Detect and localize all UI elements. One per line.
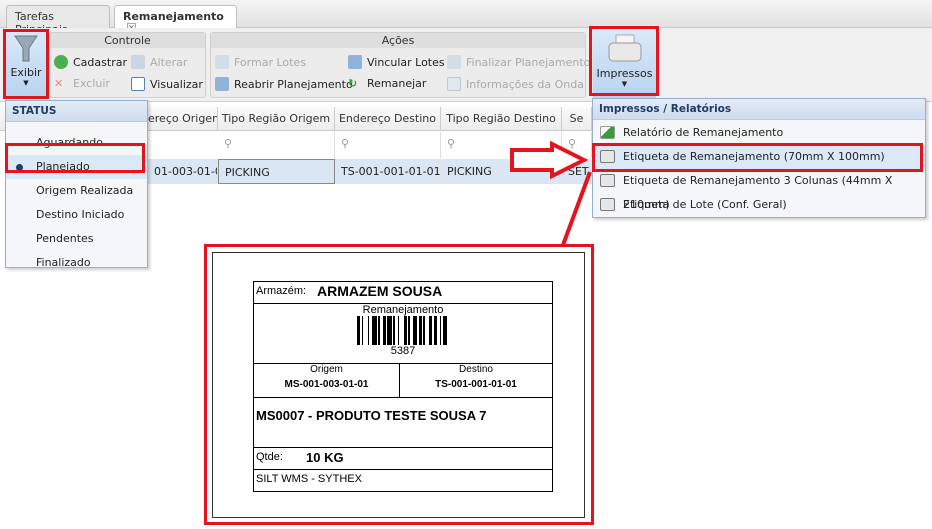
impressos-item[interactable]: Etiqueta de Remanejamento (70mm X 100mm) (593, 145, 925, 169)
column-setor[interactable]: Se (562, 107, 592, 131)
excluir-button[interactable]: ✕ Excluir (54, 77, 110, 90)
tab-bar: Tarefas Principais Remanejamento× (0, 0, 932, 36)
status-item[interactable]: Aguardando (6, 131, 147, 155)
selected-dot-icon (16, 164, 23, 171)
acoes-group: Ações Formar Lotes Vincular Lotes Finali… (210, 32, 590, 98)
callout-arrow (510, 140, 592, 246)
label-preview: Armazém: ARMAZEM SOUSA Remanejamento 5387… (212, 252, 585, 518)
search-icon: ⚲ (224, 137, 233, 150)
status-item[interactable]: Planejado (6, 155, 147, 179)
column-endereco-destino[interactable]: Endereço Destino (335, 107, 441, 131)
tab-remanejamento[interactable]: Remanejamento× (114, 5, 237, 32)
exibir-button[interactable]: Exibir ▼ (5, 30, 47, 98)
impressos-item[interactable]: Relatório de Remanejamento (593, 121, 925, 145)
delete-icon: ✕ (54, 77, 64, 90)
status-item[interactable]: Pendentes (6, 227, 147, 251)
dropdown-arrow-icon: ▼ (23, 79, 29, 87)
refresh-icon: ↻ (348, 77, 358, 90)
column-tipo-regiao-origem[interactable]: Tipo Região Origem (218, 107, 335, 131)
edit-icon (131, 55, 145, 69)
impressos-button[interactable]: Impressos ▼ (593, 30, 656, 98)
informacoes-onda-button[interactable]: Informações da Onda (447, 77, 584, 91)
printer-icon (600, 150, 615, 163)
reabrir-planejamento-button[interactable]: Reabrir Planejamento (215, 77, 353, 91)
cadastrar-button[interactable]: Cadastrar (54, 55, 127, 69)
column-endereco-origem[interactable]: ereço Origem (148, 107, 218, 131)
dropdown-arrow-icon: ▼ (621, 80, 628, 88)
formar-lotes-button[interactable]: Formar Lotes (215, 55, 306, 69)
table-icon (447, 77, 461, 91)
controle-group: Controle Cadastrar Alterar ✕ Excluir Visu… (49, 32, 206, 98)
table-cell[interactable]: PICKING (218, 159, 335, 184)
status-item[interactable]: Origem Realizada (6, 179, 147, 203)
barcode (254, 316, 552, 345)
alterar-button[interactable]: Alterar (131, 55, 187, 69)
label: Armazém: ARMAZEM SOUSA Remanejamento 5387… (253, 281, 553, 492)
search-icon: ⚲ (341, 137, 350, 150)
table-cell[interactable]: TS-001-001-01-01 (335, 159, 441, 184)
add-icon (54, 55, 68, 69)
status-item[interactable]: Finalizado (6, 251, 147, 275)
column-tipo-regiao-destino[interactable]: Tipo Região Destino (441, 107, 562, 131)
printer-icon (600, 198, 615, 211)
view-icon (131, 77, 145, 91)
status-item[interactable]: Destino Iniciado (6, 203, 147, 227)
finalizar-planejamento-button[interactable]: Finalizar Planejamento (447, 55, 590, 69)
status-menu: STATUS Aguardando Planejado Origem Realiza… (5, 100, 148, 269)
filter-input[interactable]: ⚲ (218, 132, 335, 158)
remanejar-button[interactable]: ↻ Remanejar (348, 77, 426, 90)
visualizar-button[interactable]: Visualizar (131, 77, 203, 91)
link-lotes-icon (348, 55, 362, 69)
tab-tarefas-principais[interactable]: Tarefas Principais (6, 5, 110, 36)
printer-icon (608, 34, 641, 62)
table-cell[interactable]: 01-003-01-01 (148, 159, 218, 184)
barcode-space (447, 316, 449, 345)
edit-icon (215, 77, 229, 91)
lotes-icon (215, 55, 229, 69)
edit-icon (447, 55, 461, 69)
vincular-lotes-button[interactable]: Vincular Lotes (348, 55, 445, 69)
chart-icon (600, 126, 615, 139)
search-icon: ⚲ (447, 137, 456, 150)
impressos-item[interactable]: Etiqueta de Remanejamento 3 Colunas (44m… (593, 169, 925, 211)
filter-icon (14, 35, 38, 62)
toolbar: Exibir ▼ Controle Cadastrar Alterar ✕ Exc… (0, 28, 932, 102)
printer-icon (600, 174, 615, 187)
filter-input[interactable]: ⚲ (335, 132, 441, 158)
impressos-item[interactable]: Etiqueta de Lote (Conf. Geral) (593, 193, 925, 217)
impressos-menu: Impressos / Relatórios Relatório de Rema… (592, 98, 926, 218)
